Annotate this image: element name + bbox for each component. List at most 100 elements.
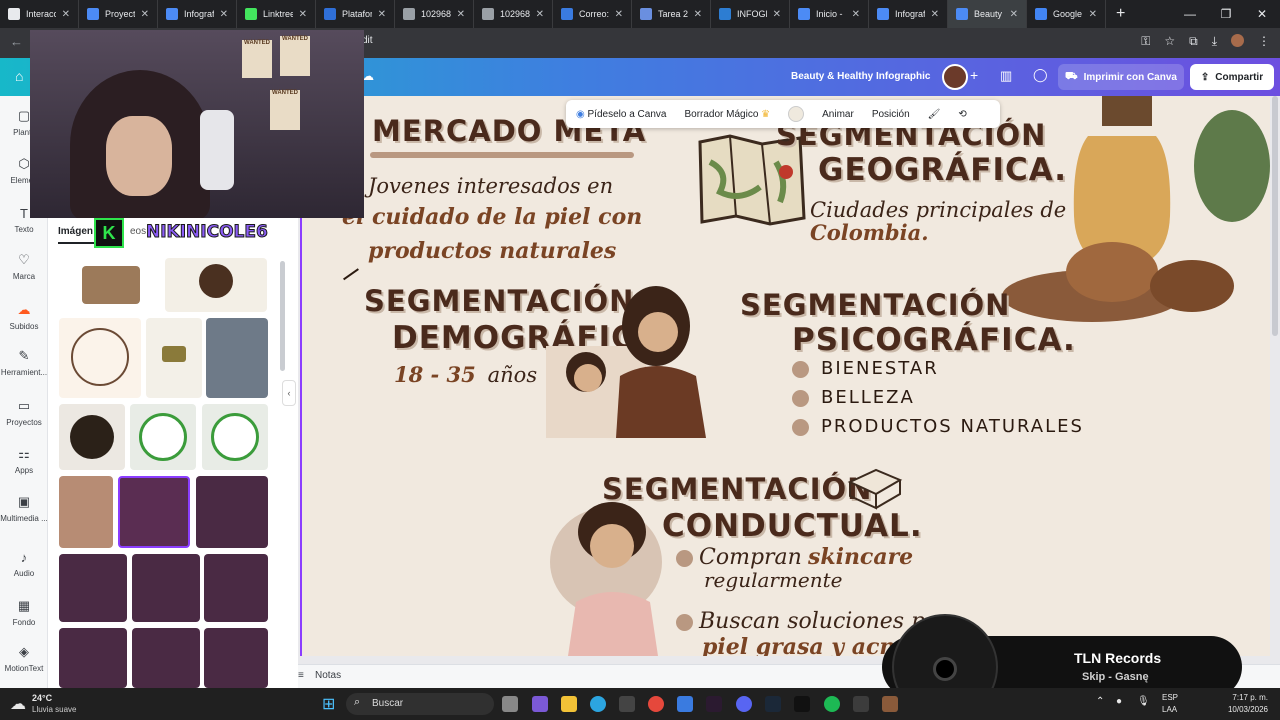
obs-icon[interactable] [853, 696, 869, 712]
close-tab-icon[interactable]: ✕ [220, 9, 228, 20]
rail-item[interactable]: ▭ Proyectos [0, 398, 48, 427]
browser-tab[interactable]: Proyecto ✕ [79, 0, 158, 28]
close-tab-icon[interactable]: ✕ [1089, 9, 1097, 20]
tray-chevron-icon[interactable]: ⌃ [1096, 696, 1104, 707]
user-avatar[interactable] [942, 64, 968, 90]
browser-tab[interactable]: Inicio - ✕ [790, 0, 869, 28]
color-swatch[interactable] [788, 106, 805, 122]
key-icon[interactable]: ⚿ [1141, 34, 1150, 49]
rail-item[interactable]: ✎ Herramient... [0, 348, 48, 377]
image-thumbnail[interactable] [146, 318, 202, 398]
browser-tab[interactable]: Correo: ✕ [553, 0, 632, 28]
rail-item[interactable]: ♡ Marca [0, 252, 48, 281]
notes-icon[interactable]: ≡ [298, 670, 304, 681]
browser-tab[interactable]: Platafor ✕ [316, 0, 395, 28]
canva-app-icon[interactable] [882, 696, 898, 712]
rail-item[interactable]: ⚏ Apps [0, 446, 48, 475]
close-window-icon[interactable]: ✕ [1244, 0, 1280, 28]
browser-tab[interactable]: INFOGR ✕ [711, 0, 790, 28]
rail-item[interactable]: ▦ Fondo [0, 598, 48, 627]
ask-canva-button[interactable]: ◉ Pídeselo a Canva [576, 109, 666, 120]
image-thumbnail[interactable] [196, 476, 268, 548]
browser-tab[interactable]: 1029680 ✕ [395, 0, 474, 28]
notes-button[interactable]: Notas [315, 670, 341, 681]
print-with-canva-button[interactable]: ⛟ Imprimir con Canva [1058, 64, 1184, 90]
browser-tab[interactable]: Beauty & ✕ [948, 0, 1027, 28]
image-thumbnail[interactable] [59, 476, 113, 548]
close-tab-icon[interactable]: ✕ [378, 9, 386, 20]
tab-images[interactable]: Imágen [58, 226, 93, 237]
close-tab-icon[interactable]: ✕ [694, 9, 702, 20]
more-options-icon[interactable]: ⟲ [958, 109, 966, 120]
clock-date[interactable]: 10/03/2026 [1218, 705, 1268, 714]
close-tab-icon[interactable]: ✕ [62, 9, 70, 20]
clock-time[interactable]: 7:17 p. m. [1218, 693, 1268, 702]
close-tab-icon[interactable]: ✕ [1010, 9, 1018, 20]
rail-item[interactable]: ▣ Multimedia ... [0, 494, 48, 523]
taskbar-search[interactable]: ⌕ Buscar [346, 693, 494, 715]
image-thumbnail[interactable] [204, 554, 268, 622]
image-thumbnail[interactable] [59, 628, 127, 688]
analytics-icon[interactable]: ▥ [1000, 68, 1012, 84]
copilot-icon[interactable] [532, 696, 548, 712]
capcut-icon[interactable] [706, 696, 722, 712]
browser-tab[interactable]: Tarea 2 ✕ [632, 0, 711, 28]
profile-avatar[interactable] [1231, 34, 1244, 47]
document-title[interactable]: Beauty & Healthy Infographic [791, 71, 930, 82]
file-explorer-icon[interactable] [561, 696, 577, 712]
browser-tab[interactable]: Google ✕ [1027, 0, 1106, 28]
infographic-page[interactable]: MERCADO META Jovenes interesados en el c… [300, 96, 1270, 656]
image-thumbnail[interactable] [132, 554, 200, 622]
steam-icon[interactable] [765, 696, 781, 712]
tab-videos[interactable]: eos [130, 226, 146, 237]
share-button[interactable]: ⇪ Compartir [1190, 64, 1274, 90]
rail-item[interactable]: ♪ Audio [0, 550, 48, 578]
image-thumbnail[interactable] [59, 404, 125, 470]
image-thumbnail[interactable] [59, 318, 141, 398]
close-tab-icon[interactable]: ✕ [536, 9, 544, 20]
image-thumbnail[interactable] [59, 554, 127, 622]
magic-eraser-button[interactable]: Borrador Mágico ♛ [684, 109, 770, 120]
add-collaborator-icon[interactable]: + [970, 67, 978, 83]
canvas-scrollbar[interactable] [1272, 96, 1278, 336]
task-view-icon[interactable] [502, 696, 518, 712]
extensions-icon[interactable]: ⧉ [1189, 34, 1198, 49]
rail-item[interactable]: ◈ MotionText [0, 644, 48, 673]
restore-icon[interactable]: ❐ [1208, 0, 1244, 28]
image-thumbnail[interactable] [130, 404, 196, 470]
paint-format-icon[interactable]: 🖌 [928, 109, 941, 120]
spotify-icon[interactable] [824, 696, 840, 712]
browser-tab[interactable]: Infografí ✕ [869, 0, 948, 28]
language-layout[interactable]: LAA [1162, 705, 1177, 714]
close-tab-icon[interactable]: ✕ [931, 9, 939, 20]
menu-kebab-icon[interactable]: ⋮ [1258, 34, 1270, 49]
image-thumbnail[interactable] [132, 628, 200, 688]
image-thumbnail[interactable] [204, 628, 268, 688]
close-tab-icon[interactable]: ✕ [852, 9, 860, 20]
image-thumbnail[interactable] [82, 266, 140, 304]
browser-tab[interactable]: 1029680 ✕ [474, 0, 553, 28]
image-thumbnail[interactable] [206, 318, 268, 398]
browser-tab[interactable]: Interaccio ✕ [0, 0, 79, 28]
comment-icon[interactable]: ◯ [1033, 67, 1048, 83]
outlook-icon[interactable] [677, 696, 693, 712]
image-thumbnail[interactable] [165, 258, 267, 312]
rail-item[interactable]: ☁ Subidos [0, 302, 48, 331]
tray-app-icon[interactable]: ● [1116, 696, 1122, 707]
home-icon[interactable]: ⌂ [15, 68, 23, 84]
position-button[interactable]: Posición [872, 109, 910, 120]
weather-desc[interactable]: Lluvia suave [32, 705, 76, 714]
collapse-panel-icon[interactable]: ‹ [282, 380, 296, 406]
close-tab-icon[interactable]: ✕ [457, 9, 465, 20]
back-arrow-icon[interactable]: ← [10, 34, 23, 49]
close-tab-icon[interactable]: ✕ [299, 9, 307, 20]
language-code[interactable]: ESP [1162, 693, 1178, 702]
edge-icon[interactable] [590, 696, 606, 712]
tiktok-icon[interactable] [794, 696, 810, 712]
new-tab-icon[interactable]: + [1106, 5, 1135, 23]
weather-temp[interactable]: 24°C [32, 693, 52, 703]
windows-start-icon[interactable]: ⊞ [322, 694, 335, 714]
microphone-icon[interactable]: 🎙 [1137, 696, 1150, 707]
close-tab-icon[interactable]: ✕ [615, 9, 623, 20]
browser-tab[interactable]: Infografí ✕ [158, 0, 237, 28]
